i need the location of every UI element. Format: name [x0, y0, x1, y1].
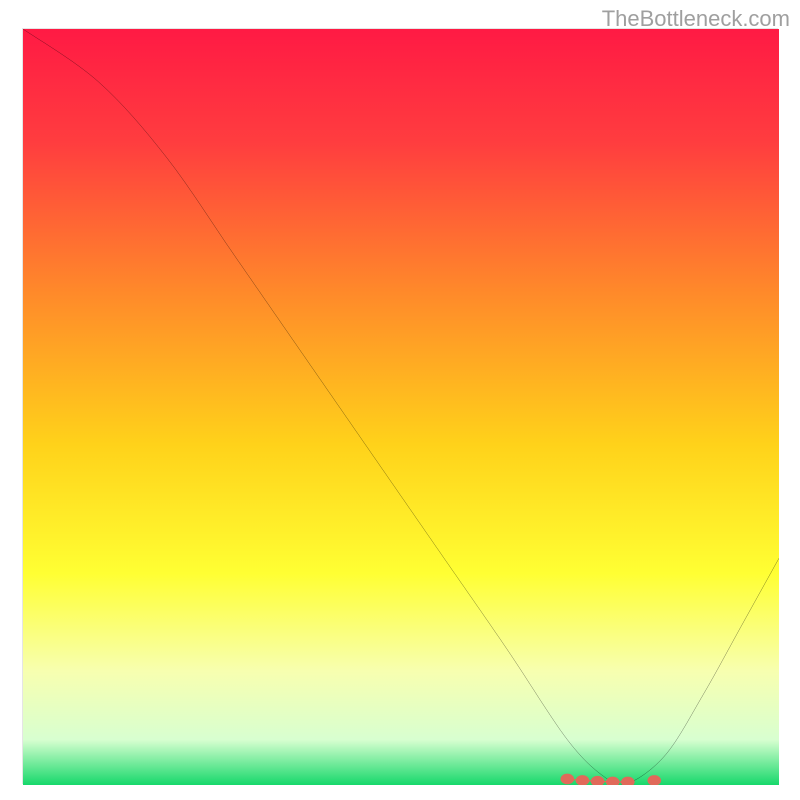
chart-plot-area: [22, 28, 778, 784]
marker-dot: [561, 774, 575, 785]
watermark-label: TheBottleneck.com: [602, 6, 790, 32]
bottleneck-chart: [23, 29, 779, 785]
gradient-background: [23, 29, 779, 785]
